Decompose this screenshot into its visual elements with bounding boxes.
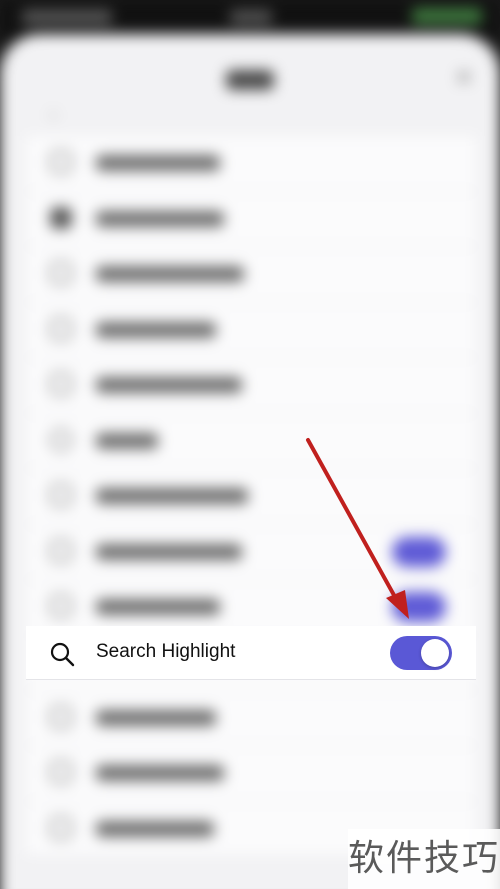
search-icon [50, 642, 75, 667]
settings-list [26, 136, 476, 857]
blurred-background: ✕ ‹ [0, 0, 500, 889]
search-highlight-toggle[interactable] [390, 636, 452, 670]
back-icon[interactable]: ‹ [50, 104, 80, 126]
setting-row-search-highlight[interactable]: Search Highlight [26, 626, 476, 680]
list-item[interactable] [26, 414, 476, 469]
list-item[interactable] [26, 525, 476, 580]
watermark-logo: 软件技巧 [348, 829, 500, 889]
sheet-title-blurred [226, 70, 274, 90]
list-item[interactable] [26, 358, 476, 414]
list-item[interactable] [26, 691, 476, 746]
screen: ✕ ‹ Search Highlight 软件技巧 [0, 0, 500, 889]
list-item[interactable] [26, 192, 476, 247]
list-item[interactable] [26, 469, 476, 525]
toggle-knob [421, 639, 449, 667]
list-item[interactable] [26, 136, 476, 192]
close-icon[interactable]: ✕ [454, 67, 474, 89]
list-item[interactable] [26, 303, 476, 358]
list-item[interactable] [26, 247, 476, 303]
list-item[interactable] [26, 746, 476, 802]
setting-label: Search Highlight [96, 641, 236, 662]
